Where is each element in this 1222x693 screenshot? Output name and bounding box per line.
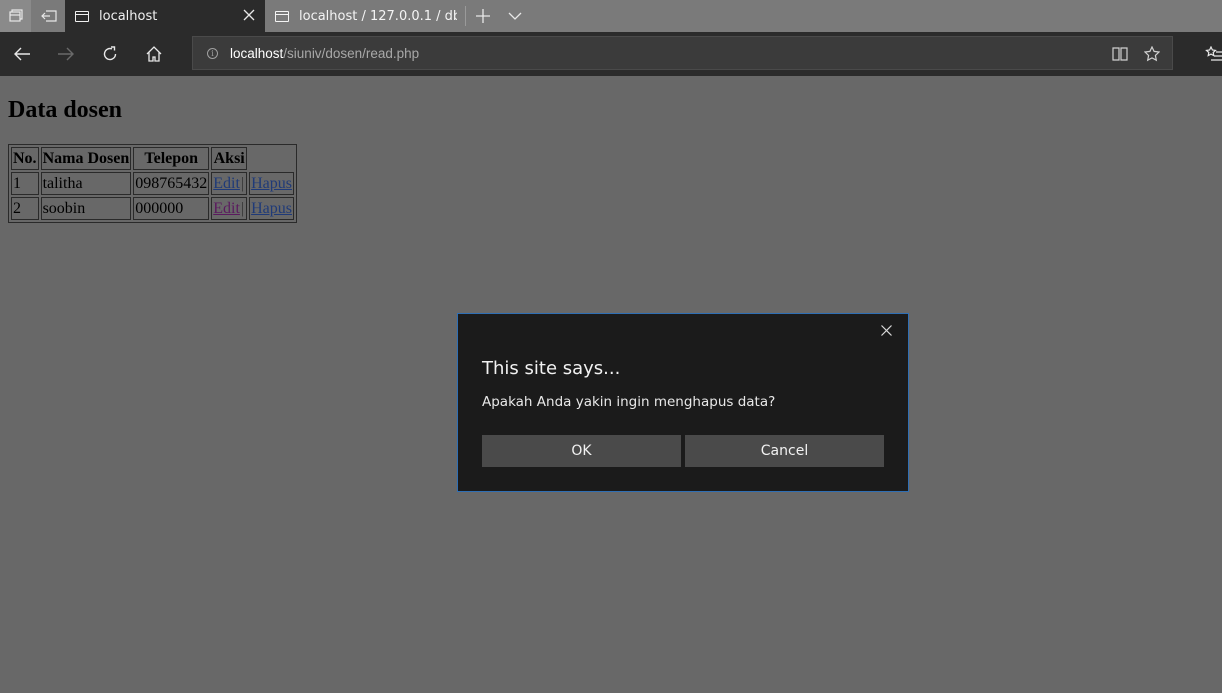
home-icon[interactable] (138, 38, 170, 70)
tab-preview-icon[interactable] (0, 0, 31, 32)
page-icon (75, 10, 89, 22)
address-bar[interactable]: i localhost/siuniv/dosen/read.php (192, 36, 1173, 70)
reading-view-icon[interactable] (1110, 44, 1130, 64)
dialog-message: Apakah Anda yakin ingin menghapus data? (482, 394, 776, 410)
cell-edit: Edit| (211, 197, 248, 220)
action-separator: | (240, 199, 245, 217)
action-separator: | (240, 174, 245, 192)
dialog-title: This site says... (482, 358, 621, 379)
dosen-table: No. Nama Dosen Telepon Aksi 1 talitha 09… (8, 144, 297, 223)
tab-localhost[interactable]: localhost (65, 0, 265, 32)
star-icon[interactable] (1142, 44, 1162, 64)
favorites-list-icon[interactable] (1198, 38, 1222, 70)
confirm-dialog: This site says... Apakah Anda yakin ingi… (457, 313, 909, 492)
cell-hapus: Hapus (249, 172, 294, 195)
tab-bar: localhost localhost / 127.0.0.1 / db_ui (0, 0, 1222, 32)
column-header-no: No. (11, 147, 39, 170)
tab-label: localhost / 127.0.0.1 / db_ui (299, 8, 457, 24)
table-row: 1 talitha 098765432 Edit| Hapus (11, 172, 294, 195)
cell-no: 2 (11, 197, 39, 220)
cell-hapus: Hapus (249, 197, 294, 220)
table-row: 2 soobin 000000 Edit| Hapus (11, 197, 294, 220)
page-title: Data dosen (8, 97, 123, 123)
plus-icon[interactable] (467, 0, 498, 32)
address-path: /siuniv/dosen/read.php (283, 45, 420, 61)
tab-phpmyadmin[interactable]: localhost / 127.0.0.1 / db_ui (265, 0, 465, 32)
back-arrow-icon[interactable] (6, 38, 38, 70)
page-icon (275, 10, 289, 22)
forward-arrow-icon[interactable] (50, 38, 82, 70)
ok-button[interactable]: OK (482, 435, 681, 467)
cell-edit: Edit| (211, 172, 248, 195)
cell-nama: soobin (40, 197, 132, 220)
column-header-aksi: Aksi (211, 147, 248, 170)
hapus-link[interactable]: Hapus (251, 200, 292, 217)
cell-nama: talitha (40, 172, 132, 195)
cell-telepon: 000000 (133, 197, 210, 220)
hapus-link[interactable]: Hapus (251, 175, 292, 192)
column-header-telepon: Telepon (133, 147, 210, 170)
close-icon[interactable] (241, 7, 257, 23)
edit-link[interactable]: Edit (213, 200, 240, 217)
refresh-icon[interactable] (94, 38, 126, 70)
cancel-button[interactable]: Cancel (685, 435, 884, 467)
edit-link[interactable]: Edit (213, 175, 240, 192)
close-icon[interactable] (878, 322, 894, 338)
tab-label: localhost (99, 8, 158, 24)
info-icon[interactable]: i (207, 47, 218, 59)
cell-telepon: 098765432 (133, 172, 210, 195)
navigation-bar: i localhost/siuniv/dosen/read.php (0, 32, 1222, 76)
table-header-row: No. Nama Dosen Telepon Aksi (11, 147, 294, 170)
set-aside-tabs-icon[interactable] (33, 0, 64, 32)
cell-no: 1 (11, 172, 39, 195)
chevron-down-icon[interactable] (499, 0, 530, 32)
column-header-nama-dosen: Nama Dosen (40, 147, 132, 170)
address-host: localhost (230, 45, 284, 61)
tab-divider (465, 6, 466, 26)
